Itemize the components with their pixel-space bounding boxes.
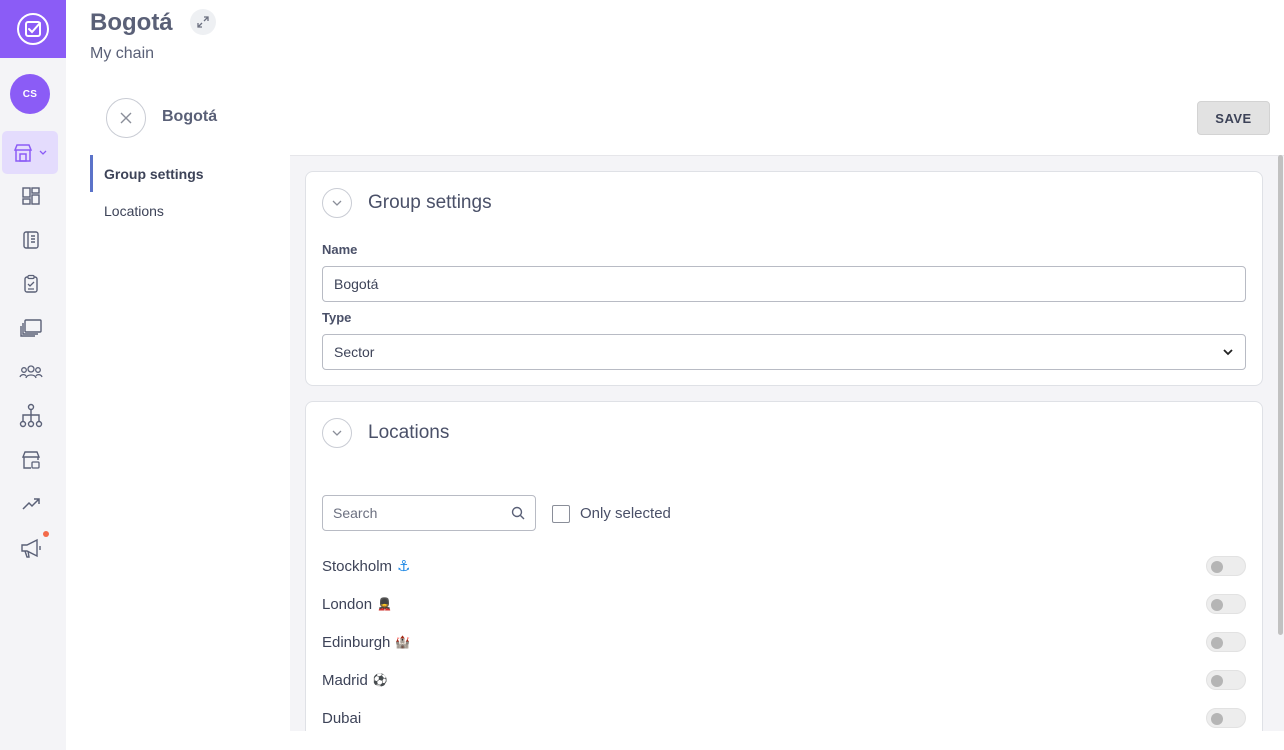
type-select-value: Sector [334,344,375,360]
chevron-down-icon [39,150,47,155]
megaphone-icon [21,538,41,558]
collapse-locations-button[interactable] [322,418,352,448]
shop-settings-icon [21,451,41,469]
chevron-down-icon [1223,349,1233,356]
location-toggle[interactable] [1206,594,1246,614]
card-title: Group settings [368,192,492,213]
name-label: Name [322,242,358,257]
location-search-input[interactable]: Search [322,495,536,531]
store-icon [13,143,33,162]
checklists-nav[interactable] [18,271,44,297]
hierarchy-nav[interactable] [18,403,44,429]
clipboard-icon [24,274,38,293]
guard-icon: 💂 [377,597,393,611]
chevron-down-icon [332,430,342,436]
left-rail: CS [0,0,66,750]
location-name: Madrid [322,671,368,689]
notebook-icon [23,231,39,249]
team-nav[interactable] [18,359,44,385]
list-item: London 💂 [322,592,1246,616]
location-toggle[interactable] [1206,556,1246,576]
anchor-icon: ⚓ [397,558,411,575]
only-selected-label: Only selected [580,505,671,522]
analytics-nav[interactable] [18,491,44,517]
main-panel: Group settings Name Bogotá Type Sector L… [290,155,1284,731]
section-nav-locations[interactable]: Locations [90,192,290,229]
search-icon [511,506,525,520]
locations-card: Locations Search Only selected Stockholm… [305,401,1263,731]
expand-icon [197,16,209,28]
shop-settings-nav[interactable] [18,447,44,473]
footer-strip [66,731,1284,750]
team-icon [19,365,43,379]
group-settings-card: Group settings Name Bogotá Type Sector [305,171,1263,386]
hierarchy-icon [19,403,43,428]
stores-menu-button[interactable] [2,131,58,174]
collapse-group-settings-button[interactable] [322,188,352,218]
avatar[interactable]: CS [10,74,50,114]
save-button[interactable]: SAVE [1197,101,1270,135]
notebook-nav[interactable] [18,227,44,253]
announcements-nav[interactable] [18,535,44,561]
location-name: Edinburgh [322,633,391,651]
list-item: Dubai [322,706,1246,730]
name-field-value: Bogotá [334,276,379,292]
location-toggle[interactable] [1206,632,1246,652]
gallery-icon [20,319,42,337]
gallery-nav[interactable] [18,315,44,341]
list-item: Stockholm ⚓ [322,554,1246,578]
card-title: Locations [368,422,450,443]
location-name: Stockholm [322,557,393,575]
close-icon [120,112,132,124]
checklist-logo-icon [17,13,49,45]
section-nav: Group settings Locations [90,155,290,229]
type-label: Type [322,310,352,325]
section-nav-group-settings[interactable]: Group settings [90,155,290,192]
search-placeholder: Search [333,505,378,521]
scrollbar[interactable] [1278,155,1283,635]
list-item: Edinburgh 🏰 [322,630,1246,654]
type-select[interactable]: Sector [322,334,1246,370]
location-name: London [322,595,373,613]
dashboard-nav[interactable] [18,183,44,209]
notification-dot [43,531,49,537]
castle-icon: 🏰 [395,635,411,649]
chevron-down-icon [332,200,342,206]
location-name: Dubai [322,709,362,727]
app-logo[interactable] [0,0,66,58]
location-toggle[interactable] [1206,670,1246,690]
expand-button[interactable] [190,9,216,35]
close-button[interactable] [106,98,146,138]
dashboard-icon [22,187,40,205]
page-subtitle: My chain [90,45,155,62]
group-name: Bogotá [162,108,218,125]
trend-icon [22,498,40,510]
page-title: Bogotá [90,9,173,36]
name-field[interactable]: Bogotá [322,266,1246,302]
soccer-ball-icon: ⚽ [372,673,388,687]
only-selected-checkbox[interactable] [552,505,570,523]
location-toggle[interactable] [1206,708,1246,728]
list-item: Madrid ⚽ [322,668,1246,692]
